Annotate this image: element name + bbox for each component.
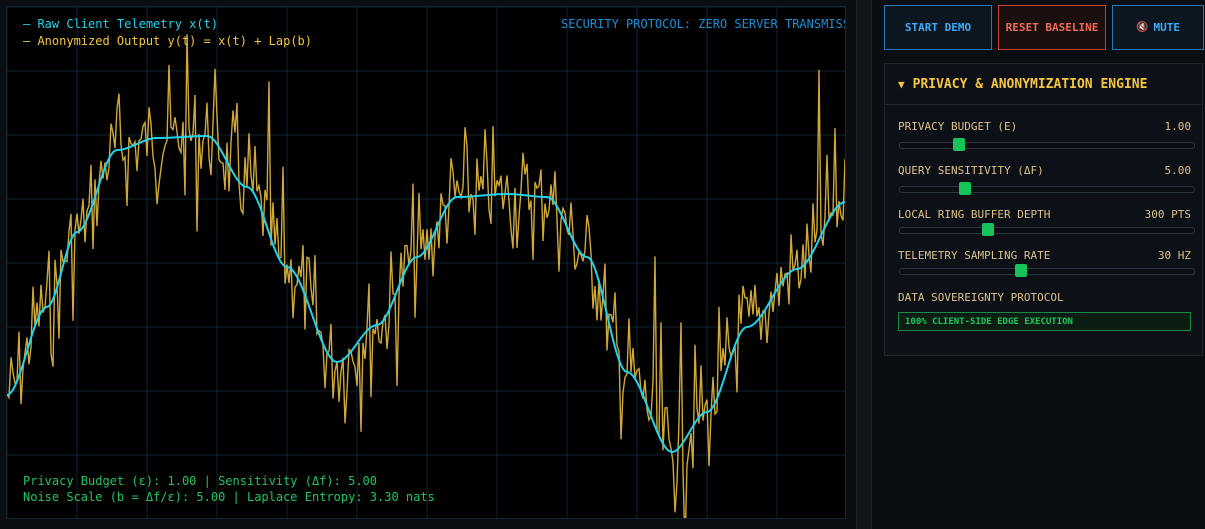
engine-title: PRIVACY & ANONYMIZATION ENGINE: [912, 76, 1148, 92]
privacy-budget-label: PRIVACY BUDGET (E): [898, 120, 1018, 133]
sampling-rate-thumb[interactable]: [1014, 264, 1027, 277]
app-root: — Raw Client Telemetry x(t) — Anonymized…: [0, 0, 1205, 529]
query-sensitivity-value: 5.00: [1164, 164, 1192, 177]
sampling-rate-slider[interactable]: [899, 264, 1195, 277]
privacy-engine-panel: ▼ PRIVACY & ANONYMIZATION ENGINE PRIVACY…: [884, 63, 1203, 356]
stats-line-budget: Privacy Budget (ε): 1.00 | Sensitivity (…: [23, 474, 378, 488]
ring-buffer-value: 300 PTS: [1144, 208, 1191, 221]
telemetry-scope: — Raw Client Telemetry x(t) — Anonymized…: [6, 6, 846, 519]
control-sidebar: START DEMO RESET BASELINE 🔇 MUTE ▼ PRIVA…: [872, 0, 1205, 529]
scope-stats: Privacy Budget (ε): 1.00 | Sensitivity (…: [23, 473, 435, 505]
privacy-budget-slider[interactable]: [899, 138, 1195, 151]
scope-grid: [7, 7, 845, 518]
caret-down-icon: ▼: [898, 77, 905, 91]
query-sensitivity-label: QUERY SENSITIVITY (ΔF): [898, 164, 1044, 177]
privacy-budget-thumb[interactable]: [952, 138, 965, 151]
reset-baseline-button[interactable]: RESET BASELINE: [998, 5, 1106, 50]
engine-header[interactable]: ▼ PRIVACY & ANONYMIZATION ENGINE: [885, 64, 1202, 105]
ring-buffer-slider[interactable]: [899, 223, 1195, 236]
scope-legend: — Raw Client Telemetry x(t) — Anonymized…: [23, 16, 312, 50]
sovereignty-badge: 100% CLIENT-SIDE EDGE EXECUTION: [898, 312, 1191, 331]
ring-buffer-thumb[interactable]: [982, 223, 995, 236]
stats-line-noise: Noise Scale (b = Δf/ε): 5.00 | Laplace E…: [23, 490, 435, 504]
panel-divider[interactable]: [856, 0, 872, 529]
scope-plot: [7, 7, 845, 518]
speaker-muted-icon: 🔇: [1136, 21, 1149, 33]
privacy-budget-value: 1.00: [1164, 120, 1192, 133]
query-sensitivity-slider[interactable]: [899, 182, 1195, 195]
sampling-rate-label: TELEMETRY SAMPLING RATE: [898, 249, 1051, 262]
start-demo-button[interactable]: START DEMO: [884, 5, 992, 50]
sovereignty-label: DATA SOVEREIGNTY PROTOCOL: [898, 291, 1064, 304]
query-sensitivity-thumb[interactable]: [958, 182, 971, 195]
ring-buffer-label: LOCAL RING BUFFER DEPTH: [898, 208, 1051, 221]
mute-button[interactable]: 🔇 MUTE: [1112, 5, 1204, 50]
security-protocol-banner: SECURITY PROTOCOL: ZERO SERVER TRANSMISS…: [561, 17, 846, 31]
raw-telemetry-series: [7, 135, 845, 453]
legend-anon: — Anonymized Output y(t) = x(t) + Lap(b): [23, 34, 312, 48]
anonymized-output-series: [7, 34, 845, 518]
legend-raw: — Raw Client Telemetry x(t): [23, 17, 219, 31]
sampling-rate-value: 30 HZ: [1157, 249, 1191, 262]
mute-label: MUTE: [1153, 20, 1180, 34]
